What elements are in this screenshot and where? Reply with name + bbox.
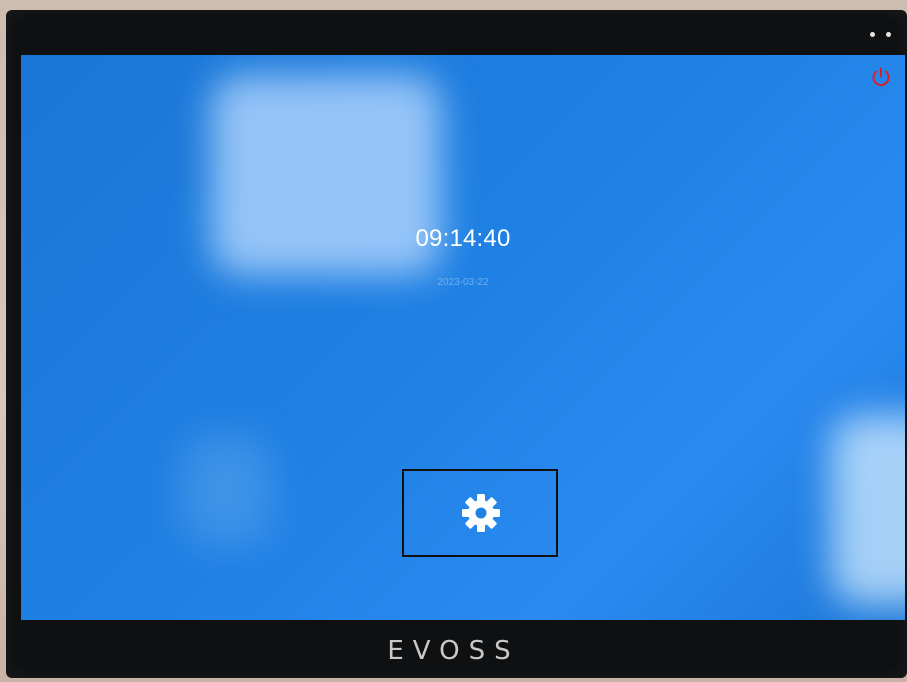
screen-glare [181, 435, 271, 545]
clock-time: 09:14:40 [415, 225, 511, 252]
screen-glare [831, 415, 905, 605]
power-button[interactable] [869, 65, 893, 89]
brand-logo: EVOSS [387, 636, 520, 666]
settings-button[interactable] [402, 469, 558, 557]
camera-dot [870, 32, 875, 37]
clock-date: 2023-03-22 [437, 277, 489, 288]
gear-icon [462, 494, 500, 532]
sensor-dot [886, 32, 891, 37]
lock-screen: 09:14:40 2023-03-22 [21, 55, 905, 620]
power-icon [872, 67, 890, 86]
